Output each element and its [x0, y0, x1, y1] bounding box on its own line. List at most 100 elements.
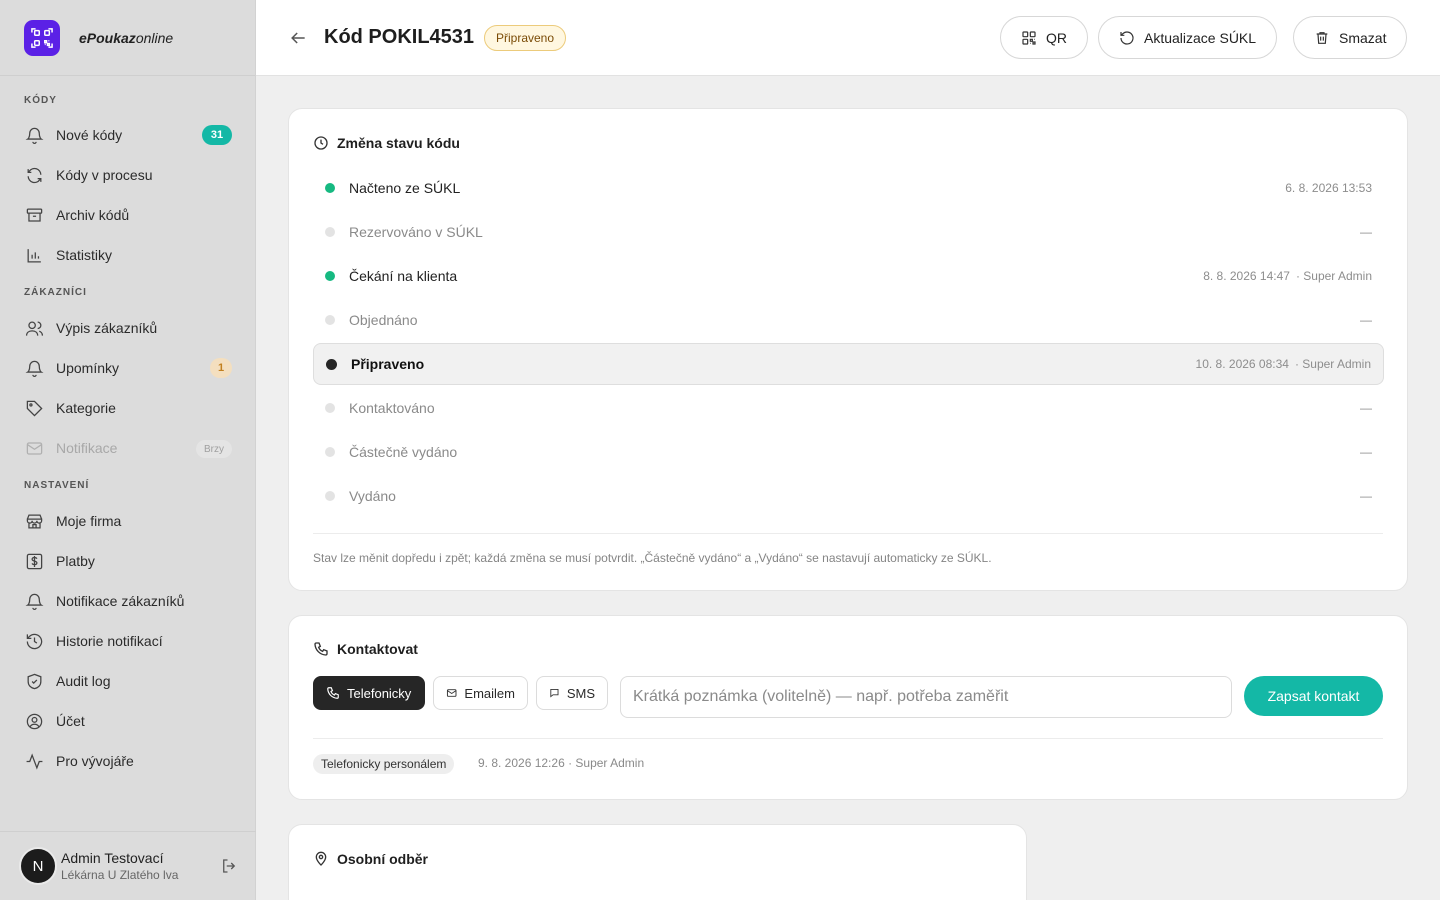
store-icon [24, 511, 44, 531]
status-date: — [1360, 445, 1372, 459]
page-header: Kód POKIL4531 Připraveno QR Aktualizace … [256, 0, 1440, 76]
status-row[interactable]: Částečně vydáno — [313, 431, 1384, 473]
contact-card-title: Kontaktovat [313, 641, 418, 657]
sidebar-item-label: Upomínky [56, 360, 120, 376]
brand[interactable]: ePoukazonline [0, 0, 255, 76]
sidebar-item-label: Pro vývojáře [56, 753, 134, 769]
brand-name: ePoukazonline [79, 29, 174, 46]
sidebar-item-kategorie[interactable]: Kategorie [0, 388, 256, 428]
clock-icon [314, 136, 328, 150]
status-date: — [1360, 313, 1372, 327]
qr-button[interactable]: QR [1000, 16, 1088, 59]
refresh-icon [24, 165, 44, 185]
section-title-zakaznici: ZÁKAZNÍCI [24, 286, 87, 298]
new-codes-count-badge: 31 [202, 125, 232, 145]
status-meta: — [1360, 225, 1372, 239]
status-row[interactable]: Načteno ze SÚKL 6. 8. 2026 13:53 [313, 167, 1384, 209]
sidebar-item-statistiky[interactable]: Statistiky [0, 235, 256, 275]
status-date: 8. 8. 2026 14:47 [1203, 269, 1290, 283]
contact-card: Kontaktovat Telefonicky Emailem SMS Zaps… [288, 615, 1408, 800]
sidebar-item-label: Účet [56, 713, 85, 729]
status-dot [325, 183, 335, 193]
bell-icon [24, 358, 44, 378]
status-meta: 6. 8. 2026 13:53 [1285, 181, 1372, 195]
sidebar-item-ucet[interactable]: Účet [0, 701, 256, 741]
sidebar-item-historie-notifikaci[interactable]: Historie notifikací [0, 621, 256, 661]
contact-history-meta: 9. 8. 2026 12:26 · Super Admin [478, 756, 645, 770]
sidebar-item-label: Výpis zákazníků [56, 320, 158, 336]
status-date: 6. 8. 2026 13:53 [1285, 181, 1372, 195]
status-row[interactable]: Objednáno — [313, 299, 1384, 341]
archive-icon [24, 205, 44, 225]
logout-icon[interactable] [220, 857, 238, 880]
sidebar-item-vypis-zakazniku[interactable]: Výpis zákazníků [0, 308, 256, 348]
back-arrow-icon[interactable] [288, 28, 308, 53]
sidebar-item-nove-kody[interactable]: Nové kódy 31 [0, 115, 256, 155]
tag-icon [24, 398, 44, 418]
status-note: Stav lze měnit dopředu i zpět; každá změ… [313, 551, 992, 565]
sidebar-item-audit-log[interactable]: Audit log [0, 661, 256, 701]
status-dot [325, 447, 335, 457]
status-label: Načteno ze SÚKL [349, 180, 461, 196]
sidebar-item-moje-firma[interactable]: Moje firma [0, 501, 256, 541]
status-author: · Super Admin [1295, 269, 1372, 283]
contact-history-tag: Telefonicky personálem [313, 754, 455, 774]
user-circle-icon [24, 711, 44, 731]
status-dot [325, 271, 335, 281]
sidebar-item-platby[interactable]: Platby [0, 541, 256, 581]
phone-icon [327, 687, 339, 699]
sidebar-item-label: Audit log [56, 673, 111, 689]
sidebar-item-kody-v-procesu[interactable]: Kódy v procesu [0, 155, 256, 195]
status-dot [325, 403, 335, 413]
status-row[interactable]: Čekání na klienta 8. 8. 2026 14:47 · Super… [313, 255, 1384, 297]
divider [313, 738, 1383, 739]
sidebar-item-notifikace-zakazniku[interactable]: Notifikace zákazníků [0, 581, 256, 621]
reminders-count-badge: 1 [210, 358, 232, 378]
status-label: Kontaktováno [349, 400, 435, 416]
status-label: Objednáno [349, 312, 418, 328]
user-pharmacy: Lékárna U Zlatého lva [61, 868, 179, 882]
status-row[interactable]: Připraveno 10. 8. 2026 08:34 · Super Admin [313, 343, 1384, 385]
sidebar-item-label: Nové kódy [56, 127, 123, 143]
activity-icon [24, 751, 44, 771]
status-label: Částečně vydáno [349, 444, 458, 460]
qr-code-icon [24, 19, 60, 56]
contact-method-phone[interactable]: Telefonicky [313, 676, 425, 710]
sidebar-item-upominky[interactable]: Upomínky 1 [0, 348, 256, 388]
sidebar-item-label: Archiv kódů [56, 207, 130, 223]
user-box: N Admin Testovací Lékárna U Zlatého lva [0, 831, 256, 900]
status-date: 10. 8. 2026 08:34 [1195, 357, 1289, 371]
user-name: Admin Testovací [61, 850, 164, 866]
status-row[interactable]: Vydáno — [313, 475, 1384, 517]
map-pin-icon [315, 851, 327, 866]
bell-icon [24, 591, 44, 611]
status-meta: — [1360, 489, 1372, 503]
phone-icon [314, 642, 328, 656]
bell-icon [24, 125, 44, 145]
contact-method-email[interactable]: Emailem [433, 676, 528, 710]
avatar[interactable]: N [19, 847, 57, 885]
status-dot [325, 491, 335, 501]
section-title-nastaveni: NASTAVENÍ [24, 479, 90, 491]
pickup-card: Osobní odběr [288, 824, 1027, 900]
delete-button[interactable]: Smazat [1293, 16, 1408, 59]
sidebar-item-pro-vyvojare[interactable]: Pro vývojáře [0, 741, 256, 781]
status-row[interactable]: Rezervováno v SÚKL — [313, 211, 1384, 253]
status-date: — [1360, 225, 1372, 239]
status-row[interactable]: Kontaktováno — [313, 387, 1384, 429]
status-author: · Super Admin [1294, 357, 1371, 371]
pickup-card-title: Osobní odběr [313, 851, 428, 867]
contact-note-input[interactable] [620, 676, 1232, 718]
chart-icon [24, 245, 44, 265]
update-sukl-button[interactable]: Aktualizace SÚKL [1098, 16, 1278, 59]
status-meta: — [1360, 313, 1372, 327]
sidebar-item-archiv-kodu[interactable]: Archiv kódů [0, 195, 256, 235]
contact-method-sms[interactable]: SMS [536, 676, 608, 710]
sidebar-item-label: Kategorie [56, 400, 116, 416]
history-icon [24, 631, 44, 651]
status-date: — [1360, 489, 1372, 503]
status-meta: — [1360, 401, 1372, 415]
status-date: — [1360, 401, 1372, 415]
save-contact-button[interactable]: Zapsat kontakt [1244, 676, 1383, 716]
status-card-title: Změna stavu kódu [313, 135, 460, 151]
